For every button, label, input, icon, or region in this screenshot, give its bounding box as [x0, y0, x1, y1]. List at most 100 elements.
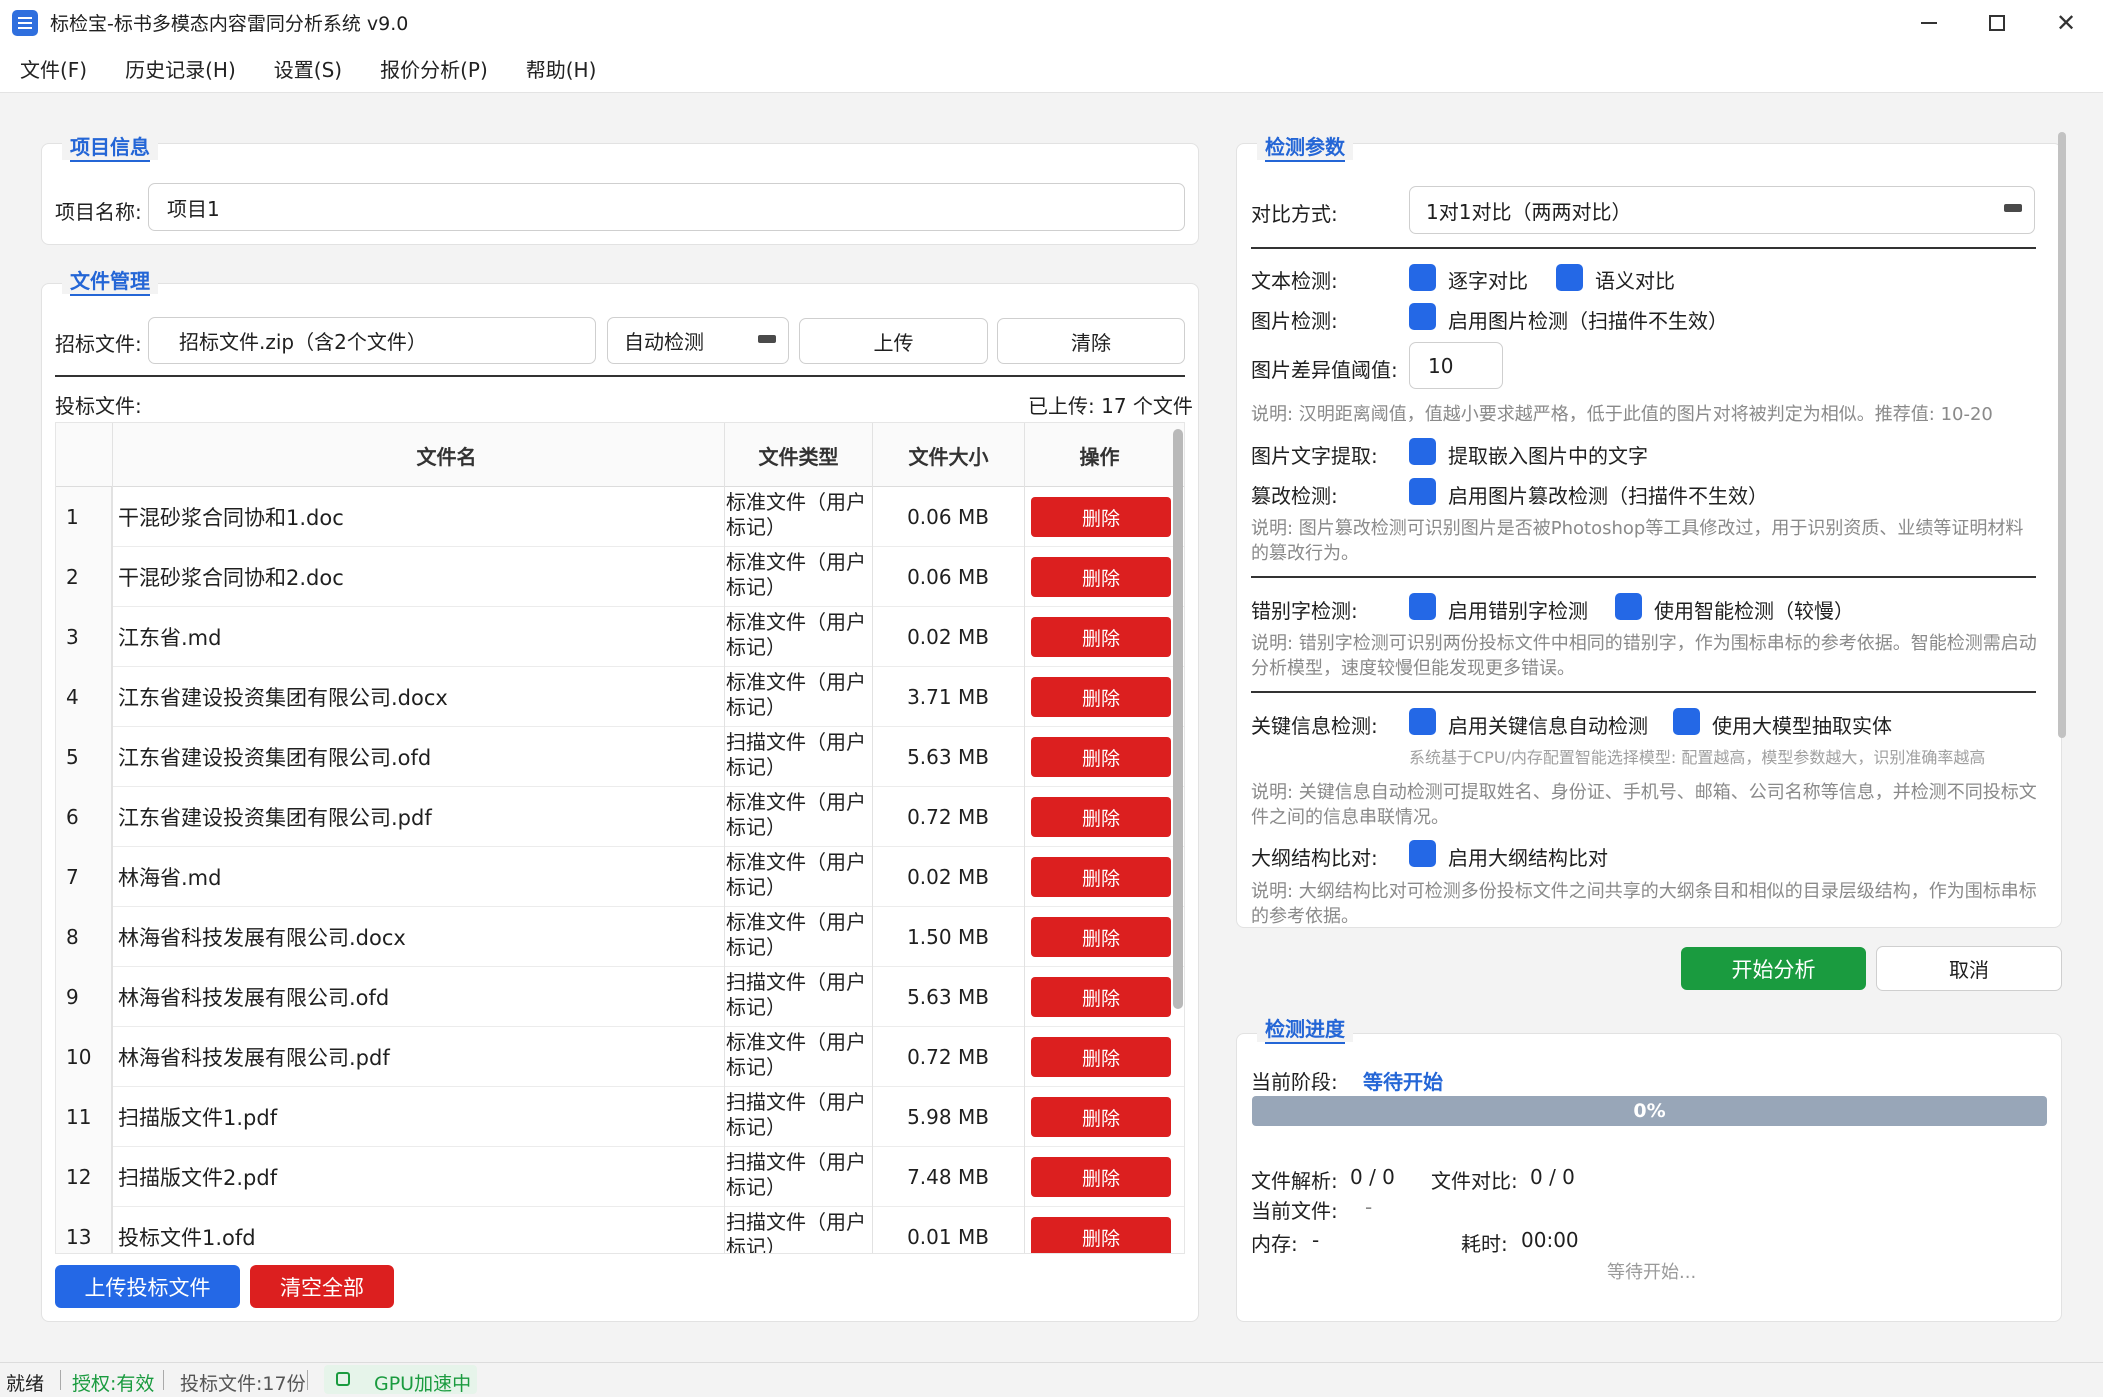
- delete-button[interactable]: 删除: [1031, 617, 1171, 657]
- typo-checkbox[interactable]: [1409, 593, 1436, 620]
- file-size-cell: 0.02 MB: [907, 625, 989, 649]
- upload-bid-files-button[interactable]: 上传投标文件: [55, 1265, 240, 1308]
- clear-all-button[interactable]: 清空全部: [250, 1265, 394, 1308]
- app-icon: [12, 9, 38, 36]
- delete-button[interactable]: 删除: [1031, 857, 1171, 897]
- file-name-cell: 江东省建设投资集团有限公司.pdf: [118, 806, 432, 830]
- detect-mode-value: 自动检测: [624, 330, 704, 354]
- params-scrollbar[interactable]: [2058, 132, 2066, 738]
- compare-mode-label: 对比方式:: [1251, 202, 1338, 226]
- tender-clear-button[interactable]: 清除: [997, 318, 1185, 364]
- semantic-compare-checkbox[interactable]: [1556, 264, 1583, 291]
- file-size-cell: 0.06 MB: [907, 505, 989, 529]
- threshold-input[interactable]: 10: [1409, 342, 1503, 389]
- file-type-cell: 标准文件（用户标记）: [726, 790, 866, 839]
- outline-checkbox[interactable]: [1409, 840, 1436, 867]
- table-scrollbar[interactable]: [1173, 429, 1183, 1009]
- file-name-cell: 扫描版文件2.pdf: [118, 1166, 278, 1190]
- table-row[interactable]: 8 林海省科技发展有限公司.docx 标准文件（用户标记） 1.50 MB 删除: [56, 907, 1184, 967]
- file-name-cell: 林海省科技发展有限公司.ofd: [118, 986, 390, 1010]
- menu-help[interactable]: 帮助(H): [514, 54, 609, 83]
- detection-params-title: 检测参数: [1257, 131, 1353, 160]
- tender-upload-button[interactable]: 上传: [799, 318, 988, 364]
- tamper-label: 篡改检测:: [1251, 484, 1338, 508]
- minimize-button[interactable]: [1894, 0, 1964, 45]
- image-detect-label: 图片检测:: [1251, 309, 1338, 333]
- divider: [1251, 247, 2036, 249]
- table-row[interactable]: 5 江东省建设投资集团有限公司.ofd 扫描文件（用户标记） 5.63 MB 删除: [56, 727, 1184, 787]
- compare-mode-value: 1对1对比（两两对比）: [1426, 199, 1632, 224]
- compare-mode-select[interactable]: 1对1对比（两两对比）: [1409, 186, 2035, 234]
- column-header-filetype[interactable]: 文件类型: [724, 423, 872, 487]
- file-type-cell: 扫描文件（用户标记）: [726, 1090, 866, 1139]
- cancel-button[interactable]: 取消: [1876, 946, 2062, 991]
- image-detect-checkbox[interactable]: [1409, 303, 1436, 330]
- delete-button[interactable]: 删除: [1031, 917, 1171, 957]
- table-row[interactable]: 7 林海省.md 标准文件（用户标记） 0.02 MB 删除: [56, 847, 1184, 907]
- smart-typo-option: 使用智能检测（较慢）: [1654, 599, 1854, 623]
- key-info-checkbox[interactable]: [1409, 708, 1436, 735]
- delete-button[interactable]: 删除: [1031, 1097, 1171, 1137]
- close-button[interactable]: ✕: [2031, 0, 2101, 45]
- project-name-input[interactable]: 项目1: [148, 183, 1185, 231]
- gpu-status: GPU加速中: [324, 1365, 477, 1395]
- memory-value: -: [1312, 1228, 1320, 1252]
- column-header-filename[interactable]: 文件名: [112, 423, 780, 487]
- table-row[interactable]: 12 扫描版文件2.pdf 扫描文件（用户标记） 7.48 MB 删除: [56, 1147, 1184, 1207]
- table-row[interactable]: 13 投标文件1.ofd 扫描文件（用户标记） 0.01 MB 删除: [56, 1207, 1184, 1253]
- table-row[interactable]: 11 扫描版文件1.pdf 扫描文件（用户标记） 5.98 MB 删除: [56, 1087, 1184, 1147]
- menu-file[interactable]: 文件(F): [8, 54, 99, 83]
- table-row[interactable]: 9 林海省科技发展有限公司.ofd 扫描文件（用户标记） 5.63 MB 删除: [56, 967, 1184, 1027]
- column-header-filesize[interactable]: 文件大小: [872, 423, 1024, 487]
- threshold-label: 图片差异值阈值:: [1251, 358, 1398, 382]
- delete-button[interactable]: 删除: [1031, 677, 1171, 717]
- table-header: 文件名 文件类型 文件大小 操作: [56, 423, 1184, 487]
- bid-files-table: 文件名 文件类型 文件大小 操作 1 干混砂浆合同协和1.doc 标准文件（用户标记…: [55, 422, 1185, 1254]
- start-analysis-button[interactable]: 开始分析: [1681, 947, 1866, 990]
- tender-file-field[interactable]: 招标文件.zip（含2个文件）: [148, 317, 596, 364]
- table-row[interactable]: 4 江东省建设投资集团有限公司.docx 标准文件（用户标记） 3.71 MB 删除: [56, 667, 1184, 727]
- delete-button[interactable]: 删除: [1031, 1217, 1171, 1253]
- compare-progress-label: 文件对比:: [1431, 1169, 1518, 1193]
- table-row[interactable]: 2 干混砂浆合同协和2.doc 标准文件（用户标记） 0.06 MB 删除: [56, 547, 1184, 607]
- table-row[interactable]: 10 林海省科技发展有限公司.pdf 标准文件（用户标记） 0.72 MB 删除: [56, 1027, 1184, 1087]
- outline-note: 说明: 大纲结构比对可检测多份投标文件之间共享的大纲条目和相似的目录层级结构，作…: [1251, 881, 2037, 925]
- tamper-checkbox[interactable]: [1409, 478, 1436, 505]
- menu-settings[interactable]: 设置(S): [262, 54, 354, 83]
- elapsed-label: 耗时:: [1461, 1232, 1508, 1256]
- llm-entity-checkbox[interactable]: [1673, 708, 1700, 735]
- file-name-cell: 林海省科技发展有限公司.pdf: [118, 1046, 390, 1070]
- row-index: 12: [56, 1147, 112, 1207]
- close-icon: ✕: [2055, 8, 2077, 37]
- verbatim-compare-checkbox[interactable]: [1409, 264, 1436, 291]
- file-type-cell: 标准文件（用户标记）: [726, 670, 866, 719]
- table-row[interactable]: 3 江东省.md 标准文件（用户标记） 0.02 MB 删除: [56, 607, 1184, 667]
- file-size-cell: 5.98 MB: [907, 1105, 989, 1129]
- outline-option: 启用大纲结构比对: [1448, 846, 1608, 870]
- maximize-button[interactable]: [1962, 0, 2032, 45]
- current-file-value: -: [1365, 1195, 1373, 1219]
- menu-quote-analysis[interactable]: 报价分析(P): [368, 54, 500, 83]
- row-index: 5: [56, 727, 112, 787]
- delete-button[interactable]: 删除: [1031, 557, 1171, 597]
- column-divider: [112, 423, 113, 1253]
- project-name-label: 项目名称:: [55, 200, 142, 224]
- delete-button[interactable]: 删除: [1031, 797, 1171, 837]
- file-size-cell: 7.48 MB: [907, 1165, 989, 1189]
- menu-history[interactable]: 历史记录(H): [113, 54, 248, 83]
- delete-button[interactable]: 删除: [1031, 737, 1171, 777]
- delete-button[interactable]: 删除: [1031, 497, 1171, 537]
- delete-button[interactable]: 删除: [1031, 977, 1171, 1017]
- status-ready: 就绪: [6, 1373, 45, 1395]
- column-header-actions: 操作: [1024, 423, 1174, 487]
- ocr-option: 提取嵌入图片中的文字: [1448, 444, 1648, 468]
- table-row[interactable]: 6 江东省建设投资集团有限公司.pdf 标准文件（用户标记） 0.72 MB 删除: [56, 787, 1184, 847]
- delete-button[interactable]: 删除: [1031, 1037, 1171, 1077]
- detect-mode-select[interactable]: 自动检测: [607, 317, 789, 364]
- delete-button[interactable]: 删除: [1031, 1157, 1171, 1197]
- waiting-text: 等待开始...: [1607, 1262, 1697, 1283]
- file-type-cell: 扫描文件（用户标记）: [726, 730, 866, 779]
- ocr-checkbox[interactable]: [1409, 438, 1436, 465]
- smart-typo-checkbox[interactable]: [1615, 593, 1642, 620]
- table-row[interactable]: 1 干混砂浆合同协和1.doc 标准文件（用户标记） 0.06 MB 删除: [56, 487, 1184, 547]
